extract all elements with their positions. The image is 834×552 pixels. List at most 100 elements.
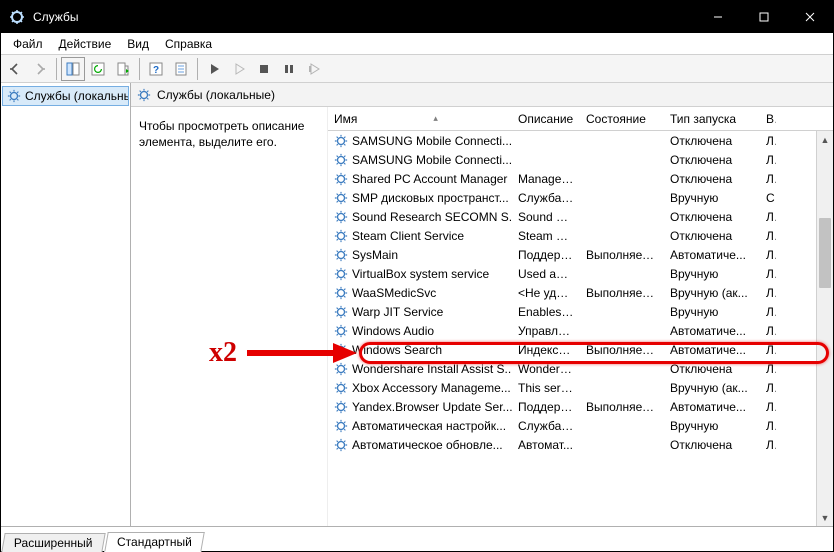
service-row[interactable]: SysMainПоддерж...ВыполняетсяАвтоматиче..… (328, 245, 833, 264)
menu-file[interactable]: Файл (5, 35, 51, 53)
gear-icon (334, 267, 348, 281)
gear-icon (334, 191, 348, 205)
service-state (580, 441, 664, 449)
column-account[interactable]: В (760, 108, 776, 130)
properties-button[interactable] (169, 57, 193, 81)
service-row[interactable]: SAMSUNG Mobile Connecti...ОтключенаЛ (328, 131, 833, 150)
gear-icon (334, 286, 348, 300)
scrollbar-track[interactable] (817, 148, 833, 509)
service-name: Xbox Accessory Manageme... (352, 381, 511, 395)
service-state (580, 194, 664, 202)
pane-header-label: Службы (локальные) (157, 88, 275, 102)
service-name: Shared PC Account Manager (352, 172, 507, 186)
show-hide-tree-button[interactable] (61, 57, 85, 81)
service-state (580, 213, 664, 221)
service-state (580, 232, 664, 240)
scrollbar-thumb[interactable] (819, 218, 831, 288)
back-button[interactable] (3, 57, 27, 81)
export-button[interactable] (111, 57, 135, 81)
gear-icon (7, 89, 21, 103)
maximize-button[interactable] (741, 1, 787, 33)
service-state (580, 327, 664, 335)
gear-icon (334, 229, 348, 243)
column-startup[interactable]: Тип запуска (664, 108, 760, 130)
svg-text:?: ? (153, 65, 159, 76)
service-row[interactable]: Yandex.Browser Update Ser...Поддерж...Вы… (328, 397, 833, 416)
window-title: Службы (33, 10, 78, 24)
menu-help[interactable]: Справка (157, 35, 220, 53)
service-name: Steam Client Service (352, 229, 464, 243)
service-name: Warp JIT Service (352, 305, 443, 319)
service-row[interactable]: Windows SearchИндекси...ВыполняетсяАвтом… (328, 340, 833, 359)
menu-view[interactable]: Вид (119, 35, 157, 53)
pause-service-button[interactable] (227, 57, 251, 81)
service-description: Автомат... (512, 434, 580, 456)
pane-header: Службы (локальные) (131, 83, 833, 107)
tab-standard[interactable]: Стандартный (104, 532, 204, 552)
tab-extended[interactable]: Расширенный (1, 533, 105, 552)
service-row[interactable]: Автоматическая настройк...Служба ...Вруч… (328, 416, 833, 435)
tree-root-services[interactable]: Службы (локальные) (3, 87, 128, 105)
service-name: Wondershare Install Assist S... (352, 362, 512, 376)
separator (197, 58, 198, 80)
scroll-down-button[interactable]: ▼ (817, 509, 833, 526)
separator (56, 58, 57, 80)
service-row[interactable]: Wondershare Install Assist S...Wonders..… (328, 359, 833, 378)
service-row[interactable]: Автоматическое обновле... Автомат... Отклю… (328, 435, 833, 454)
service-state (580, 308, 664, 316)
column-state[interactable]: Состояние (580, 108, 664, 130)
scroll-up-button[interactable]: ▲ (817, 131, 833, 148)
menu-action[interactable]: Действие (51, 35, 120, 53)
vertical-scrollbar[interactable]: ▲ ▼ (816, 131, 833, 526)
service-row[interactable]: WaaSMedicSvc<Не удае...ВыполняетсяВручну… (328, 283, 833, 302)
column-description[interactable]: Описание (512, 108, 580, 130)
help-button[interactable]: ? (144, 57, 168, 81)
service-description (512, 156, 580, 164)
start-service-button[interactable] (202, 57, 226, 81)
description-pane: Чтобы просмотреть описание элемента, выд… (131, 107, 327, 526)
refresh-button[interactable] (86, 57, 110, 81)
stop-service-button[interactable] (252, 57, 276, 81)
service-state (580, 365, 664, 373)
service-name: Автоматическое обновле... (352, 438, 503, 452)
service-row[interactable]: Steam Client ServiceSteam Cli...Отключен… (328, 226, 833, 245)
service-startup: Отключена (664, 434, 760, 456)
service-row[interactable]: Xbox Accessory Manageme...This servi...В… (328, 378, 833, 397)
service-state (580, 175, 664, 183)
service-row[interactable]: Sound Research SECOMN S...Sound Re...Отк… (328, 207, 833, 226)
gear-icon (334, 343, 348, 357)
service-state (580, 384, 664, 392)
restart-service-button[interactable] (302, 57, 326, 81)
list-header: Имя ▴ Описание Состояние Тип запуска В (328, 107, 833, 131)
service-name: Windows Audio (352, 324, 434, 338)
gear-icon (334, 419, 348, 433)
column-name[interactable]: Имя ▴ (328, 108, 512, 130)
service-row[interactable]: Windows AudioУправле...Автоматиче...Л (328, 321, 833, 340)
service-name: Windows Search (352, 343, 442, 357)
pause-button[interactable] (277, 57, 301, 81)
gear-icon (334, 381, 348, 395)
service-name: Sound Research SECOMN S... (352, 210, 512, 224)
gear-icon (334, 172, 348, 186)
close-button[interactable] (787, 1, 833, 33)
service-row[interactable]: SAMSUNG Mobile Connecti...ОтключенаЛ (328, 150, 833, 169)
forward-button[interactable] (28, 57, 52, 81)
gear-icon (334, 153, 348, 167)
separator (139, 58, 140, 80)
service-row[interactable]: Shared PC Account ManagerManages ...Откл… (328, 169, 833, 188)
gear-icon (334, 400, 348, 414)
titlebar: Службы (1, 1, 833, 33)
service-state (580, 270, 664, 278)
service-row[interactable]: SMP дисковых пространст...Служба ...Вруч… (328, 188, 833, 207)
gear-icon (334, 210, 348, 224)
service-name: VirtualBox system service (352, 267, 489, 281)
minimize-button[interactable] (695, 1, 741, 33)
service-state: Выполняется (580, 339, 664, 361)
service-state (580, 137, 664, 145)
service-list[interactable]: SAMSUNG Mobile Connecti...ОтключенаЛSAMS… (328, 131, 833, 526)
service-row[interactable]: VirtualBox system serviceUsed as a...Вру… (328, 264, 833, 283)
service-name: SysMain (352, 248, 398, 262)
service-row[interactable]: Warp JIT ServiceEnables JI...ВручнуюЛ (328, 302, 833, 321)
sort-indicator-icon: ▴ (365, 113, 506, 124)
service-name: WaaSMedicSvc (352, 286, 436, 300)
